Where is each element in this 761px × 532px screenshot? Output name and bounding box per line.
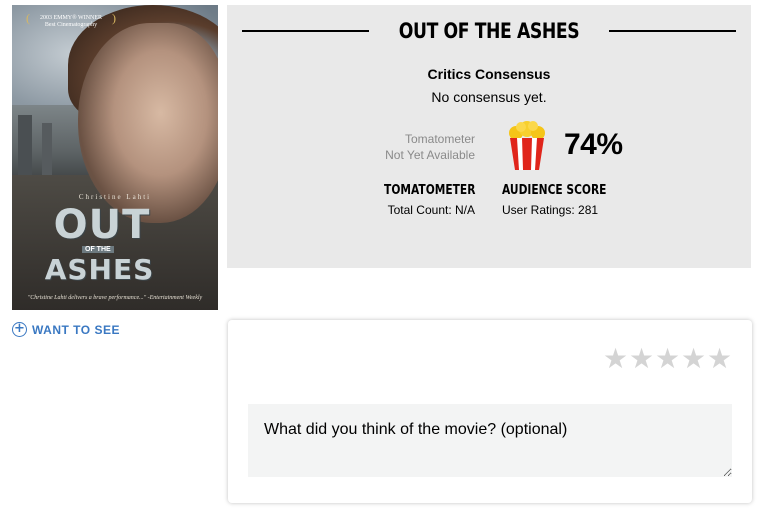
plus-circle-icon: + — [12, 322, 27, 337]
score-panel: OUT OF THE ASHES Critics Consensus No co… — [227, 5, 751, 268]
poster-quote: "Christine Lahti delivers a brave perfor… — [12, 295, 218, 301]
laurel-right-icon: ) — [112, 11, 116, 25]
poster-quote-source: -Entertainment Weekly — [147, 295, 203, 301]
tomatometer-count: Total Count: N/A — [387, 203, 475, 217]
title-rule-left — [242, 30, 369, 32]
poster-title-of: OF THE — [82, 246, 114, 253]
movie-title-row: OUT OF THE ASHES — [242, 19, 736, 43]
star-icon[interactable]: ★ — [707, 345, 732, 373]
laurel-left-icon: ( — [26, 11, 30, 25]
title-rule-right — [609, 30, 736, 32]
star-icon[interactable]: ★ — [629, 345, 654, 373]
tomatometer-heading[interactable]: TOMATOMETER — [384, 183, 475, 198]
star-icon[interactable]: ★ — [603, 345, 628, 373]
movie-poster[interactable]: ( 2003 EMMY® WINNER Best Cinematography … — [12, 5, 218, 310]
want-to-see-button[interactable]: + WANT TO SEE — [12, 322, 120, 337]
critics-consensus-label: Critics Consensus — [427, 66, 551, 82]
popcorn-icon — [509, 121, 545, 170]
star-icon[interactable]: ★ — [655, 345, 680, 373]
poster-camp-post — [42, 123, 52, 183]
poster-title-top: OUT — [53, 202, 151, 248]
poster-star-name: Christine Lahti — [78, 193, 152, 201]
poster-emmy-line1: 2003 EMMY® WINNER — [39, 15, 103, 21]
tomatometer-status-line2: Not Yet Available — [385, 148, 475, 162]
poster-title-bottom: ASHES — [44, 253, 155, 286]
review-card: ★ ★ ★ ★ ★ — [228, 320, 752, 503]
audience-score-percent: 74% — [564, 128, 623, 161]
tomatometer-status: Tomatometer Not Yet Available — [385, 131, 475, 163]
tomatometer-status-line1: Tomatometer — [404, 132, 475, 146]
poster-emmy-badge: ( 2003 EMMY® WINNER Best Cinematography … — [26, 11, 116, 29]
poster-quote-text: "Christine Lahti delivers a brave perfor… — [27, 295, 147, 301]
audience-rating-count: User Ratings: 281 — [502, 203, 599, 217]
star-icon[interactable]: ★ — [681, 345, 706, 373]
audience-score-heading[interactable]: AUDIENCE SCORE — [502, 183, 606, 198]
critics-consensus-text: No consensus yet. — [431, 89, 547, 105]
movie-title: OUT OF THE ASHES — [398, 19, 580, 43]
review-textarea[interactable] — [248, 404, 732, 477]
poster-emmy-line2: Best Cinematography — [44, 22, 98, 28]
want-to-see-label: WANT TO SEE — [32, 322, 120, 337]
star-rating[interactable]: ★ ★ ★ ★ ★ — [602, 345, 732, 373]
